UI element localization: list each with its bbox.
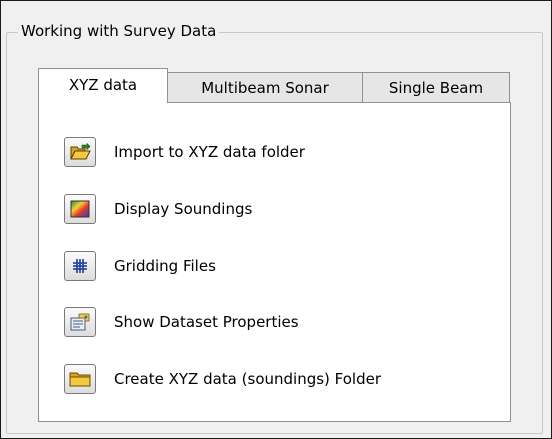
display-soundings-label: Display Soundings	[114, 200, 253, 218]
tab-multibeam-sonar-label: Multibeam Sonar	[201, 79, 329, 97]
tab-single-beam-label: Single Beam	[388, 79, 484, 97]
dataset-properties-label: Show Dataset Properties	[114, 313, 299, 331]
dataset-properties-button[interactable]	[64, 307, 96, 337]
gridding-files-button[interactable]	[64, 251, 96, 281]
import-xyz-label: Import to XYZ data folder	[114, 143, 305, 161]
import-xyz-button[interactable]	[64, 137, 96, 167]
create-folder-label: Create XYZ data (soundings) Folder	[114, 370, 382, 388]
color-gradient-icon	[70, 200, 90, 218]
display-soundings-button[interactable]	[64, 194, 96, 224]
folder-icon	[69, 372, 91, 387]
display-soundings-action: Display Soundings	[64, 192, 252, 226]
dataset-properties-action: Show Dataset Properties	[64, 305, 299, 339]
grid-icon	[73, 259, 87, 273]
import-xyz-action: Import to XYZ data folder	[64, 135, 305, 169]
dataset-properties-icon	[70, 313, 90, 331]
create-folder-button[interactable]	[64, 364, 96, 394]
groupbox-title: Working with Survey Data	[18, 20, 220, 42]
tab-multibeam-sonar[interactable]: Multibeam Sonar	[167, 72, 363, 103]
tab-xyz-data-label: XYZ data	[68, 76, 138, 94]
tab-single-beam[interactable]: Single Beam	[362, 72, 510, 103]
gridding-files-label: Gridding Files	[114, 257, 216, 275]
folder-open-icon	[70, 143, 91, 160]
tab-xyz-data[interactable]: XYZ data	[38, 68, 168, 103]
create-folder-action: Create XYZ data (soundings) Folder	[64, 362, 381, 396]
gridding-files-action: Gridding Files	[64, 249, 216, 283]
